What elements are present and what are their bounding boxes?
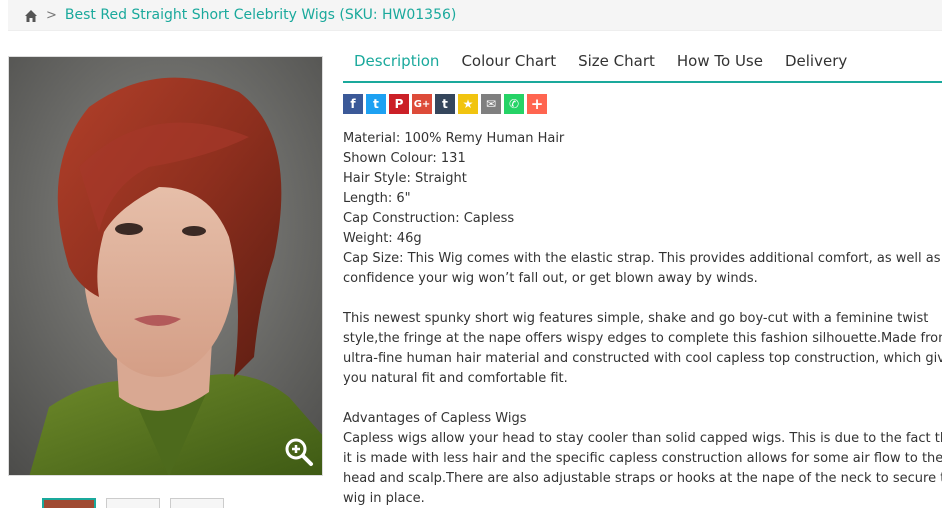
paragraph-line: style,the fringe at the nape offers wisp… [343, 331, 942, 346]
thumbnail-strip [42, 498, 224, 508]
description-paragraph: This newest spunky short wig features si… [343, 309, 942, 389]
spec-list: Material: 100% Remy Human Hair Shown Col… [343, 129, 941, 289]
spec-cap-construction: Cap Construction: Capless [343, 211, 515, 226]
advantages-heading: Advantages of Capless Wigs [343, 411, 527, 426]
home-icon[interactable] [24, 8, 38, 22]
breadcrumb-separator: > [46, 7, 57, 23]
spec-material: Material: 100% Remy Human Hair [343, 131, 565, 146]
tab-colour-chart[interactable]: Colour Chart [450, 43, 567, 81]
spec-shown-colour: Shown Colour: 131 [343, 151, 466, 166]
tab-how-to-use[interactable]: How To Use [666, 43, 774, 81]
tumblr-icon[interactable]: t [435, 94, 455, 114]
twitter-icon[interactable]: t [366, 94, 386, 114]
facebook-icon[interactable]: f [343, 94, 363, 114]
tab-description[interactable]: Description [343, 43, 450, 81]
product-description: Material: 100% Remy Human Hair Shown Col… [343, 129, 942, 508]
advantages-section: Advantages of Capless Wigs Capless wigs … [343, 409, 942, 508]
paragraph-line: ultra-fine human hair material and const… [343, 351, 942, 366]
thumbnail-1[interactable] [42, 498, 96, 508]
email-icon[interactable]: ✉ [481, 94, 501, 114]
spec-hair-style: Hair Style: Straight [343, 171, 467, 186]
pinterest-icon[interactable]: P [389, 94, 409, 114]
paragraph-line: Capless wigs allow your head to stay coo… [343, 431, 942, 446]
more-share-icon[interactable]: + [527, 94, 547, 114]
favorite-icon[interactable]: ★ [458, 94, 478, 114]
spec-cap-size: Cap Size: This Wig comes with the elasti… [343, 251, 941, 266]
tab-delivery[interactable]: Delivery [774, 43, 858, 81]
divider [8, 30, 942, 31]
spec-length: Length: 6" [343, 191, 411, 206]
spec-weight: Weight: 46g [343, 231, 422, 246]
paragraph-line: This newest spunky short wig features si… [343, 311, 929, 326]
tab-bar: Description Colour Chart Size Chart How … [343, 43, 942, 83]
thumbnail-2[interactable] [106, 498, 160, 508]
product-image[interactable] [8, 56, 323, 476]
breadcrumb: > Best Red Straight Short Celebrity Wigs… [8, 0, 942, 30]
breadcrumb-current[interactable]: Best Red Straight Short Celebrity Wigs (… [65, 7, 456, 23]
thumbnail-3[interactable] [170, 498, 224, 508]
paragraph-line: head and scalp.There are also adjustable… [343, 471, 942, 486]
paragraph-line: it is made with less hair and the specif… [343, 451, 942, 466]
whatsapp-icon[interactable]: ✆ [504, 94, 524, 114]
paragraph-line: you natural fit and comfortable fit. [343, 371, 568, 386]
google-plus-icon[interactable]: G+ [412, 94, 432, 114]
paragraph-line: wig in place. [343, 491, 425, 506]
zoom-in-icon[interactable] [284, 437, 314, 467]
spec-cap-size-cont: confidence your wig won’t fall out, or g… [343, 271, 758, 286]
share-bar: f t P G+ t ★ ✉ ✆ + [343, 94, 547, 114]
tab-size-chart[interactable]: Size Chart [567, 43, 666, 81]
